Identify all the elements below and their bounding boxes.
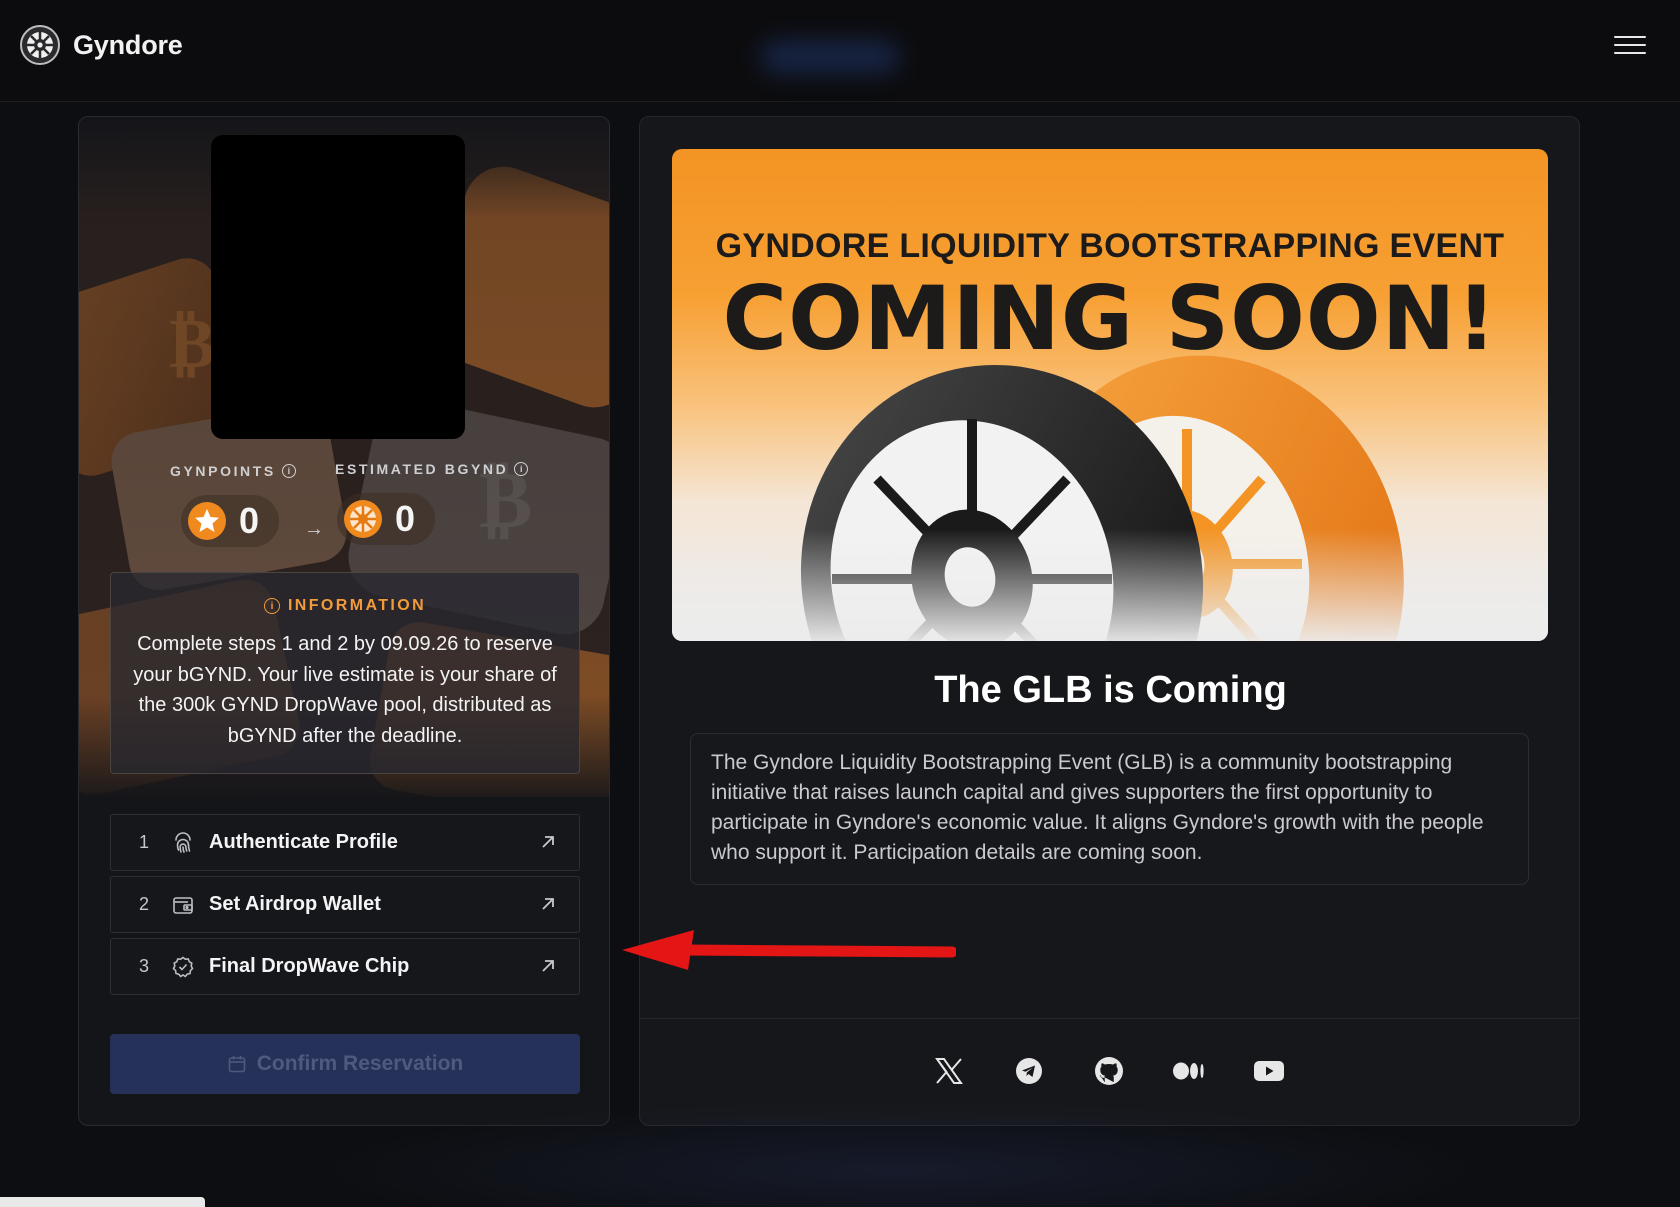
- step-number: 3: [139, 956, 150, 976]
- telegram-icon[interactable]: [1009, 1051, 1049, 1091]
- step-number: 1: [139, 832, 150, 852]
- blurred-nav-pill: [760, 40, 900, 74]
- bgynd-coin-icon: [344, 500, 382, 538]
- step-label: Final DropWave Chip: [209, 955, 410, 977]
- reservation-card: ₿ ₿ GYNPOINTS i ESTIMATED BGYND i 0 →: [78, 116, 610, 1126]
- arrow-right-icon: →: [304, 518, 324, 540]
- step-authenticate-profile[interactable]: 1 Authenticate Profile: [110, 814, 580, 871]
- medium-icon[interactable]: [1169, 1051, 1209, 1091]
- gynpoints-label: GYNPOINTS i: [170, 463, 296, 479]
- gyndore-coins-illustration: [672, 355, 1548, 641]
- information-title: i INFORMATION: [111, 597, 579, 615]
- brand-name: Gyndore: [73, 29, 183, 60]
- banner-headline: COMING SOON!: [722, 267, 1498, 370]
- divider: [640, 1018, 1579, 1019]
- gynpoints-pill: 0: [181, 495, 280, 547]
- points-stats: GYNPOINTS i ESTIMATED BGYND i 0 → 0: [79, 461, 609, 563]
- brand[interactable]: Gyndore: [19, 24, 183, 66]
- profile-image: [211, 135, 465, 439]
- step-label: Authenticate Profile: [209, 831, 398, 853]
- info-icon[interactable]: i: [514, 462, 529, 476]
- glb-banner: GYNDORE LIQUIDITY BOOTSTRAPPING EVENT CO…: [672, 149, 1548, 641]
- youtube-icon[interactable]: [1249, 1051, 1289, 1091]
- external-arrow-icon: [542, 898, 554, 910]
- wallet-icon: [173, 897, 193, 914]
- browser-status-bar: [0, 1197, 205, 1207]
- bgynd-label: ESTIMATED BGYND i: [335, 461, 529, 477]
- bgynd-pill: 0: [337, 493, 436, 545]
- calendar-icon: [228, 1056, 246, 1073]
- external-arrow-icon: [542, 960, 554, 972]
- gyndore-logo-icon: [20, 25, 60, 65]
- x-icon[interactable]: [929, 1051, 969, 1091]
- step-label: Set Airdrop Wallet: [209, 893, 381, 915]
- step-final-dropwave-chip[interactable]: 3 Final DropWave Chip: [110, 938, 580, 995]
- confirm-reservation-button[interactable]: Confirm Reservation: [110, 1034, 580, 1094]
- information-text: Complete steps 1 and 2 by 09.09.26 to re…: [133, 633, 557, 747]
- fingerprint-icon: [175, 832, 191, 853]
- info-icon: i: [263, 598, 280, 614]
- check-badge-icon: [172, 956, 194, 978]
- background-glow: [300, 1100, 1500, 1207]
- hamburger-menu-icon[interactable]: [1614, 34, 1648, 58]
- step-set-airdrop-wallet[interactable]: 2 Set Airdrop Wallet: [110, 876, 580, 933]
- github-icon[interactable]: [1089, 1051, 1129, 1091]
- glb-title: The GLB is Coming: [934, 669, 1287, 711]
- confirm-reservation-label: Confirm Reservation: [256, 1052, 464, 1075]
- annotation-arrow: [622, 930, 956, 970]
- banner-subtitle: GYNDORE LIQUIDITY BOOTSTRAPPING EVENT: [715, 227, 1505, 265]
- star-coin-icon: [188, 502, 226, 540]
- information-box: i INFORMATION Complete steps 1 and 2 by …: [110, 572, 580, 774]
- top-header: Gyndore: [0, 0, 1680, 102]
- info-icon[interactable]: i: [281, 464, 296, 478]
- external-arrow-icon: [542, 836, 554, 848]
- gynpoints-value: 0: [239, 500, 260, 541]
- glb-description: The Gyndore Liquidity Bootstrapping Even…: [690, 733, 1529, 885]
- bgynd-value: 0: [395, 498, 416, 539]
- step-number: 2: [139, 894, 150, 914]
